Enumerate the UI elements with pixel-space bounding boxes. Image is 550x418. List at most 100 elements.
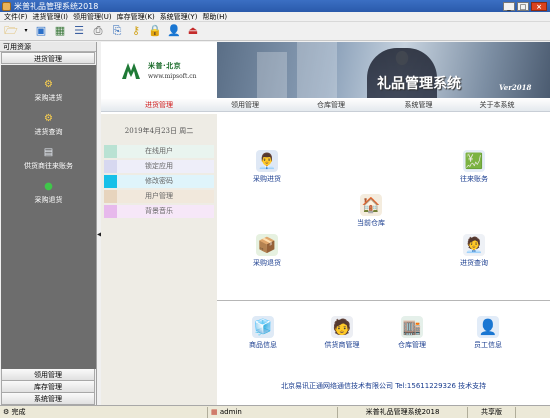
module-label: 仓库管理 [398,341,426,349]
nav-item-supplier-account[interactable]: ▤ 供货商往来账务 [1,147,96,171]
menu-inventory[interactable]: 库存管理(K) [117,12,155,22]
nav-list: ⚙ 采购进货 ⚙ 进货查询 ▤ 供货商往来账务 ● 采购退货 [1,65,96,369]
warehouse-manage-icon: 🏬 [401,316,423,338]
module-warehouse-manage[interactable]: 🏬 仓库管理 [387,316,437,350]
resource-panel-title: 可用资源 [0,42,96,52]
maximize-button[interactable]: □ [517,1,529,11]
purchase-module-icon: 👨‍💼 [256,150,278,172]
nav-item-label: 供货商往来账务 [24,162,73,170]
warehouse-module-icon: 🏠 [360,194,382,216]
quick-item-label: 在线用户 [145,147,173,155]
module-purchase[interactable]: 👨‍💼 采购进货 [242,150,292,184]
main-tabs: 进货管理 领用管理 仓库管理 系统管理 关于本系统 [101,99,550,112]
nav-item-label: 采购进货 [34,94,63,102]
module-label: 商品信息 [249,341,277,349]
menu-purchase[interactable]: 进货管理(I) [33,12,69,22]
quick-item-label: 用户管理 [145,192,173,200]
print-icon[interactable]: ⎙ [91,24,105,38]
toolbar: 🗁 ▾ ▣ ▦ ☰ ⎙ ⎘ ⚷ 🔒 👤 ⏏ [0,22,550,41]
window-icon[interactable]: ▣ [34,24,48,38]
menu-help[interactable]: 帮助(H) [202,12,227,22]
exit-icon[interactable]: ⏏ [186,24,200,38]
status-edition: 共享版 [468,406,516,418]
status-state: ⚙ 完成 [0,406,208,418]
module-goods-info[interactable]: 🧊 商品信息 [238,316,288,350]
menu-bar: 文件(F) 进货管理(I) 领用管理(U) 库存管理(K) 系统管理(Y) 帮助… [0,12,550,22]
key-icon[interactable]: ⚷ [129,24,143,38]
tab-system[interactable]: 系统管理 [389,100,448,110]
lock-icon[interactable]: 🔒 [148,24,162,38]
color-swatch [104,160,117,173]
system-title: 礼品管理系统 [377,76,461,92]
module-return[interactable]: 📦 采购退货 [242,234,292,268]
close-button[interactable]: × [531,1,547,11]
quick-item-label: 背景音乐 [145,207,173,215]
query-icon: ⚙ [44,113,53,124]
module-accounts[interactable]: 💹 往来账务 [449,150,499,184]
section-header-requisition[interactable]: 领用管理 [1,369,95,381]
print-preview-icon[interactable]: ⎘ [110,24,124,38]
nav-item-label: 采购退货 [34,196,63,204]
tab-requisition[interactable]: 领用管理 [217,100,273,110]
account-module-icon: 💹 [463,150,485,172]
nav-item-return[interactable]: ● 采购退货 [1,181,96,205]
goods-info-icon: 🧊 [252,316,274,338]
module-area: 👨‍💼 采购进货 💹 往来账务 🏠 当前仓库 📦 采购退货 🧑‍💼 进货查询 🧊… [217,114,550,405]
module-staff[interactable]: 👤 员工信息 [463,316,513,350]
section-header-system[interactable]: 系统管理 [1,393,95,405]
quick-user-manage[interactable]: 用户管理 [104,190,214,203]
quick-item-label: 修改密码 [145,177,173,185]
section-header-purchase[interactable]: 进货管理 [1,52,95,64]
staff-icon: 👤 [477,316,499,338]
footer-info: 北京易讯正通网络通信技术有限公司 Tel:15611229326 技术支持 [281,382,487,390]
nav-item-purchase[interactable]: ⚙ 采购进货 [1,79,96,103]
module-label: 采购退货 [253,259,281,267]
query-module-icon: 🧑‍💼 [463,234,485,256]
supplier-account-icon: ▤ [43,147,54,158]
module-label: 当前仓库 [357,219,385,227]
module-label: 采购进货 [253,175,281,183]
module-label: 往来账务 [460,175,488,183]
quick-online-users[interactable]: 在线用户 [104,145,214,158]
title-bar: 米普礼品管理系统2018 _ □ × [0,0,550,12]
quick-lock-app[interactable]: 锁定应用 [104,160,214,173]
quick-background-music[interactable]: 背景音乐 [104,205,214,218]
status-app: 米普礼品管理系统2018 [338,406,468,418]
system-version: Ver2018 [499,83,532,92]
menu-system[interactable]: 系统管理(Y) [160,12,198,22]
logo-area: 米普·北京 www.mipsoft.cn [101,42,217,98]
current-date: 2019年4月23日 周二 [124,127,194,135]
module-supplier[interactable]: 🧑 供货商管理 [317,316,367,350]
module-query[interactable]: 🧑‍💼 进货查询 [449,234,499,268]
tab-purchase[interactable]: 进货管理 [101,100,217,110]
open-folder-icon[interactable]: 🗁 [4,24,18,38]
tab-about[interactable]: 关于本系统 [448,100,546,110]
grid-icon[interactable]: ▦ [53,24,67,38]
supplier-icon: 🧑 [331,316,353,338]
status-text: 完成 [11,407,26,416]
module-label: 进货查询 [460,259,488,267]
status-icon: ⚙ [3,407,12,416]
user-icon[interactable]: 👤 [167,24,181,38]
banner: 米普·北京 www.mipsoft.cn 礼品管理系统 Ver2018 [101,42,550,98]
tab-warehouse[interactable]: 仓库管理 [273,100,389,110]
module-warehouse[interactable]: 🏠 当前仓库 [346,194,396,228]
module-label: 供货商管理 [324,341,360,349]
section-header-inventory[interactable]: 库存管理 [1,381,95,393]
dropdown-arrow-icon[interactable]: ▾ [23,24,29,38]
color-swatch [104,190,117,203]
quick-item-label: 锁定应用 [145,162,173,170]
color-swatch [104,145,117,158]
list-icon[interactable]: ☰ [72,24,86,38]
nav-item-query[interactable]: ⚙ 进货查询 [1,113,96,137]
nav-item-label: 进货查询 [34,128,63,136]
purchase-icon: ⚙ [44,79,53,90]
status-extra [516,407,550,418]
color-swatch [104,175,117,188]
minimize-button[interactable]: _ [503,1,515,11]
menu-requisition[interactable]: 领用管理(U) [73,12,112,22]
status-user: ▦ admin [208,406,338,418]
quick-change-password[interactable]: 修改密码 [104,175,214,188]
user-icon: ▦ [211,407,220,416]
menu-file[interactable]: 文件(F) [4,12,28,22]
